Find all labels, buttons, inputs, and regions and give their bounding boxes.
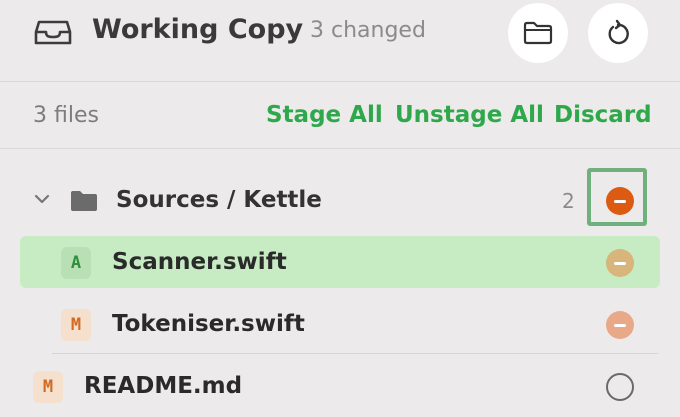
file-name: Tokeniser.swift xyxy=(112,311,305,337)
group-count: 2 xyxy=(562,189,575,213)
unstage-all-button[interactable]: Unstage All xyxy=(395,102,544,128)
stage-all-button[interactable]: Stage All xyxy=(266,102,383,128)
divider xyxy=(52,353,658,354)
file-row[interactable]: A Scanner.swift xyxy=(0,237,680,289)
file-name: Scanner.swift xyxy=(112,249,287,275)
discard-group-button[interactable] xyxy=(606,187,634,215)
group-label: Sources / Kettle xyxy=(116,187,322,213)
minus-icon xyxy=(614,199,626,203)
file-count: 3 files xyxy=(33,103,99,128)
file-row[interactable]: M Tokeniser.swift xyxy=(0,299,680,351)
file-row[interactable]: M README.md xyxy=(0,361,680,413)
page-title: Working Copy xyxy=(92,14,304,45)
minus-icon xyxy=(614,323,626,327)
discard-button[interactable]: Discard xyxy=(554,102,652,128)
header: Working Copy 3 changed xyxy=(0,0,680,82)
status-badge: M xyxy=(61,309,91,341)
chevron-down-icon[interactable] xyxy=(34,193,50,205)
stage-file-toggle[interactable] xyxy=(606,373,634,401)
unstage-file-button[interactable] xyxy=(606,249,634,277)
folder-icon xyxy=(523,21,553,45)
status-badge: M xyxy=(33,371,63,403)
minus-icon xyxy=(614,261,626,265)
folder-icon xyxy=(71,191,97,211)
open-folder-button[interactable] xyxy=(508,3,568,63)
folder-group-row[interactable]: Sources / Kettle 2 xyxy=(0,168,680,226)
inbox-icon xyxy=(34,20,72,45)
status-badge: A xyxy=(61,247,91,279)
file-name: README.md xyxy=(84,373,243,399)
unstage-file-button[interactable] xyxy=(606,311,634,339)
refresh-icon xyxy=(608,19,629,45)
refresh-button[interactable] xyxy=(588,3,648,63)
action-bar: 3 files Stage All Unstage All Discard xyxy=(0,82,680,149)
changed-count: 3 changed xyxy=(310,18,426,43)
